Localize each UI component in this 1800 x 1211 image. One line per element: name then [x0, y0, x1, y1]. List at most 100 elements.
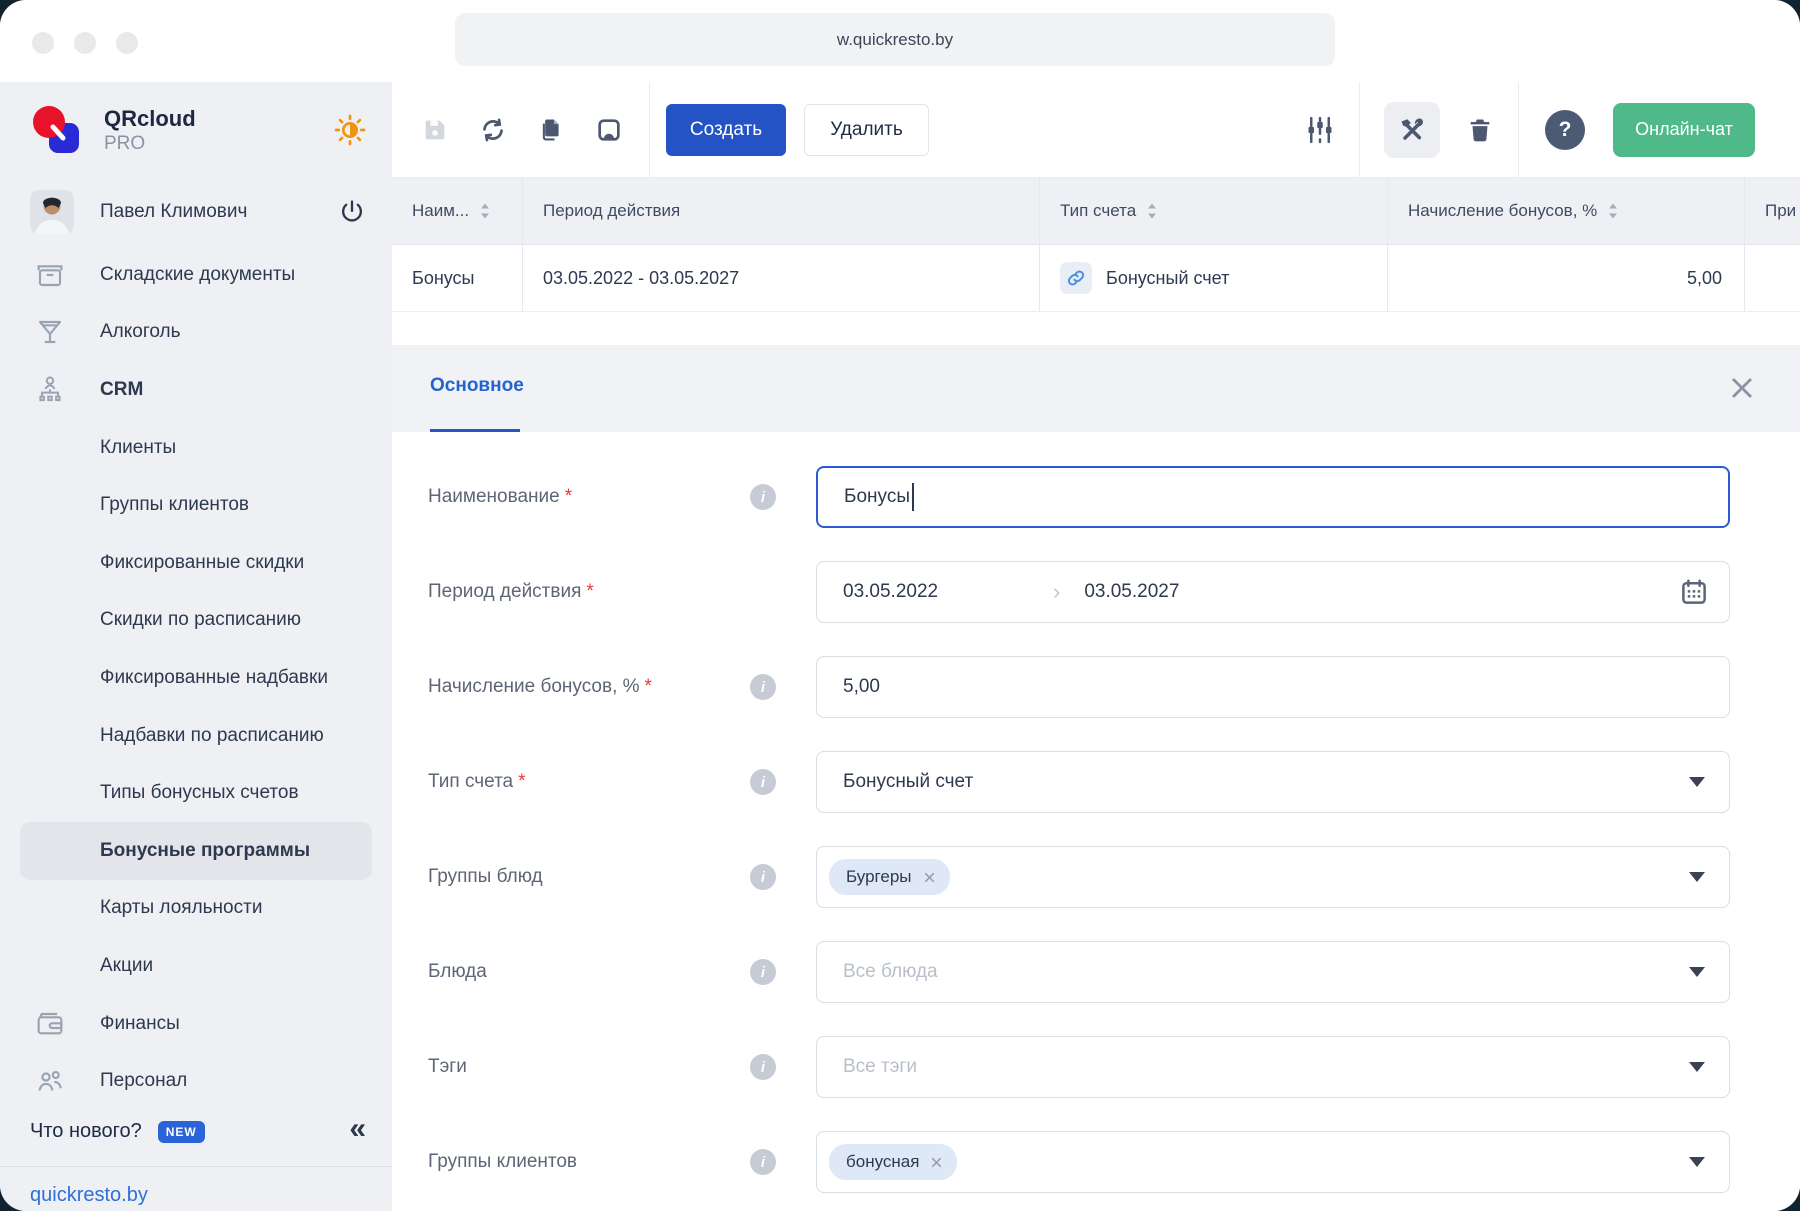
- dishes-select[interactable]: Все блюда: [816, 941, 1730, 1003]
- field-label: Начисление бонусов, %*: [392, 676, 714, 698]
- field-label: Блюда: [392, 961, 714, 983]
- form-row-account-type: Тип счета* i Бонусный счет: [392, 751, 1800, 813]
- range-separator-icon: ›: [1053, 579, 1060, 605]
- sidebar-item-fixed-surcharges[interactable]: Фиксированные надбавки: [0, 649, 392, 707]
- sort-icon[interactable]: [1146, 202, 1158, 220]
- sidebar: QRcloud PRO: [0, 82, 392, 1211]
- alcohol-icon: [34, 316, 66, 348]
- warehouse-icon: [34, 259, 66, 291]
- sidebar-item-crm[interactable]: CRM: [0, 361, 392, 419]
- qrcloud-logo-icon: [30, 104, 82, 156]
- sidebar-item-loyalty-cards[interactable]: Карты лояльности: [0, 880, 392, 938]
- refresh-icon[interactable]: [479, 116, 507, 144]
- column-header-name[interactable]: Наим...: [392, 178, 523, 244]
- account-type-select[interactable]: Бонусный счет: [816, 751, 1730, 813]
- form-row-client-groups: Группы клиентов i бонусная: [392, 1131, 1800, 1193]
- client-groups-select[interactable]: бонусная: [816, 1131, 1730, 1193]
- sidebar-item-label: Финансы: [100, 1013, 180, 1035]
- sidebar-item-label: Группы клиентов: [100, 494, 249, 516]
- info-icon[interactable]: i: [750, 1054, 776, 1080]
- collapse-sidebar-icon[interactable]: «: [349, 1114, 366, 1144]
- info-icon[interactable]: i: [750, 484, 776, 510]
- table-header: Наим... Период действия Тип счета Начисл…: [392, 178, 1800, 245]
- info-icon[interactable]: i: [750, 674, 776, 700]
- window-controls: [32, 32, 138, 54]
- form-row-tags: Тэги i Все тэги: [392, 1036, 1800, 1098]
- remove-chip-icon[interactable]: [930, 1156, 943, 1169]
- sidebar-item-label: Фиксированные надбавки: [100, 667, 328, 689]
- field-label: Тип счета*: [392, 771, 714, 793]
- sidebar-item-warehouse-docs[interactable]: Складские документы: [0, 246, 392, 304]
- help-button[interactable]: ?: [1545, 110, 1585, 150]
- info-icon[interactable]: i: [750, 864, 776, 890]
- column-header-truncated[interactable]: При: [1745, 178, 1800, 244]
- chevron-down-icon: [1689, 1157, 1705, 1167]
- window-close-button[interactable]: [32, 32, 54, 54]
- address-bar[interactable]: w.quickresto.by: [455, 13, 1335, 66]
- sidebar-item-bonus-account-types[interactable]: Типы бонусных счетов: [0, 764, 392, 822]
- dish-groups-select[interactable]: Бургеры: [816, 846, 1730, 908]
- tools-button-active[interactable]: [1384, 102, 1440, 158]
- sort-icon[interactable]: [1607, 202, 1619, 220]
- app-window: w.quickresto.by QRcloud PRO: [0, 0, 1800, 1211]
- user-name: Павел Климович: [100, 201, 247, 223]
- column-header-bonus-percent[interactable]: Начисление бонусов, %: [1388, 178, 1745, 244]
- trash-icon[interactable]: [1466, 116, 1494, 144]
- column-header-account-type[interactable]: Тип счета: [1040, 178, 1388, 244]
- calendar-icon[interactable]: [1679, 577, 1709, 607]
- logo-subtitle: PRO: [104, 133, 196, 155]
- sidebar-item-staff[interactable]: Персонал: [0, 1052, 392, 1110]
- delete-button[interactable]: Удалить: [804, 104, 929, 156]
- period-range-input[interactable]: 03.05.2022 › 03.05.2027: [816, 561, 1730, 623]
- info-icon[interactable]: i: [750, 959, 776, 985]
- sort-icon[interactable]: [479, 202, 491, 220]
- tags-select[interactable]: Все тэги: [816, 1036, 1730, 1098]
- sidebar-item-finance[interactable]: Финансы: [0, 995, 392, 1053]
- toolbar-divider: [1518, 82, 1519, 178]
- tab-main[interactable]: Основное: [430, 375, 524, 397]
- online-chat-button[interactable]: Онлайн-чат: [1613, 103, 1755, 157]
- url-text: w.quickresto.by: [837, 30, 953, 50]
- whats-new-label: Что нового?: [30, 1120, 142, 1143]
- window-zoom-button[interactable]: [116, 32, 138, 54]
- info-icon[interactable]: i: [750, 1149, 776, 1175]
- chevron-down-icon: [1689, 872, 1705, 882]
- brightness-icon[interactable]: [334, 114, 366, 146]
- pocket-tray-icon[interactable]: [595, 116, 623, 144]
- sidebar-item-fixed-discounts[interactable]: Фиксированные скидки: [0, 534, 392, 592]
- logout-power-icon[interactable]: [338, 198, 366, 226]
- remove-chip-icon[interactable]: [923, 871, 936, 884]
- sidebar-item-label: Персонал: [100, 1070, 187, 1092]
- sidebar-item-scheduled-surcharges[interactable]: Надбавки по расписанию: [0, 707, 392, 765]
- table-row[interactable]: Бонусы 03.05.2022 - 03.05.2027 Бонусный …: [392, 245, 1800, 312]
- create-button[interactable]: Создать: [666, 104, 786, 156]
- period-end-value[interactable]: 03.05.2027: [1084, 581, 1179, 603]
- toolbar-right: ? Онлайн-чат: [1305, 82, 1800, 178]
- info-icon[interactable]: i: [750, 769, 776, 795]
- save-icon[interactable]: [421, 116, 449, 144]
- user-row[interactable]: Павел Климович: [0, 178, 392, 246]
- period-start-value[interactable]: 03.05.2022: [843, 581, 1053, 603]
- cell-bonus-percent: 5,00: [1388, 245, 1745, 311]
- cell-truncated: [1745, 245, 1800, 311]
- sidebar-item-scheduled-discounts[interactable]: Скидки по расписанию: [0, 592, 392, 650]
- copy-icon[interactable]: [537, 116, 565, 144]
- sidebar-item-bonus-programs[interactable]: Бонусные программы: [20, 822, 372, 880]
- close-panel-icon[interactable]: [1728, 374, 1756, 402]
- field-label: Тэги: [392, 1056, 714, 1078]
- whats-new-link[interactable]: Что нового? NEW «: [0, 1110, 392, 1154]
- sidebar-item-label: Фиксированные скидки: [100, 552, 304, 574]
- site-link[interactable]: quickresto.by: [0, 1167, 392, 1211]
- sidebar-item-clients[interactable]: Клиенты: [0, 419, 392, 477]
- column-header-period[interactable]: Период действия: [523, 178, 1040, 244]
- link-icon[interactable]: [1060, 262, 1092, 294]
- required-mark: *: [645, 676, 652, 697]
- window-minimize-button[interactable]: [74, 32, 96, 54]
- sidebar-item-alcohol[interactable]: Алкоголь: [0, 304, 392, 362]
- text-cursor: [912, 483, 914, 511]
- filter-sliders-icon[interactable]: [1305, 115, 1335, 145]
- name-input[interactable]: Бонусы: [816, 466, 1730, 528]
- sidebar-item-client-groups[interactable]: Группы клиентов: [0, 476, 392, 534]
- sidebar-item-promos[interactable]: Акции: [0, 937, 392, 995]
- bonus-percent-input[interactable]: 5,00: [816, 656, 1730, 718]
